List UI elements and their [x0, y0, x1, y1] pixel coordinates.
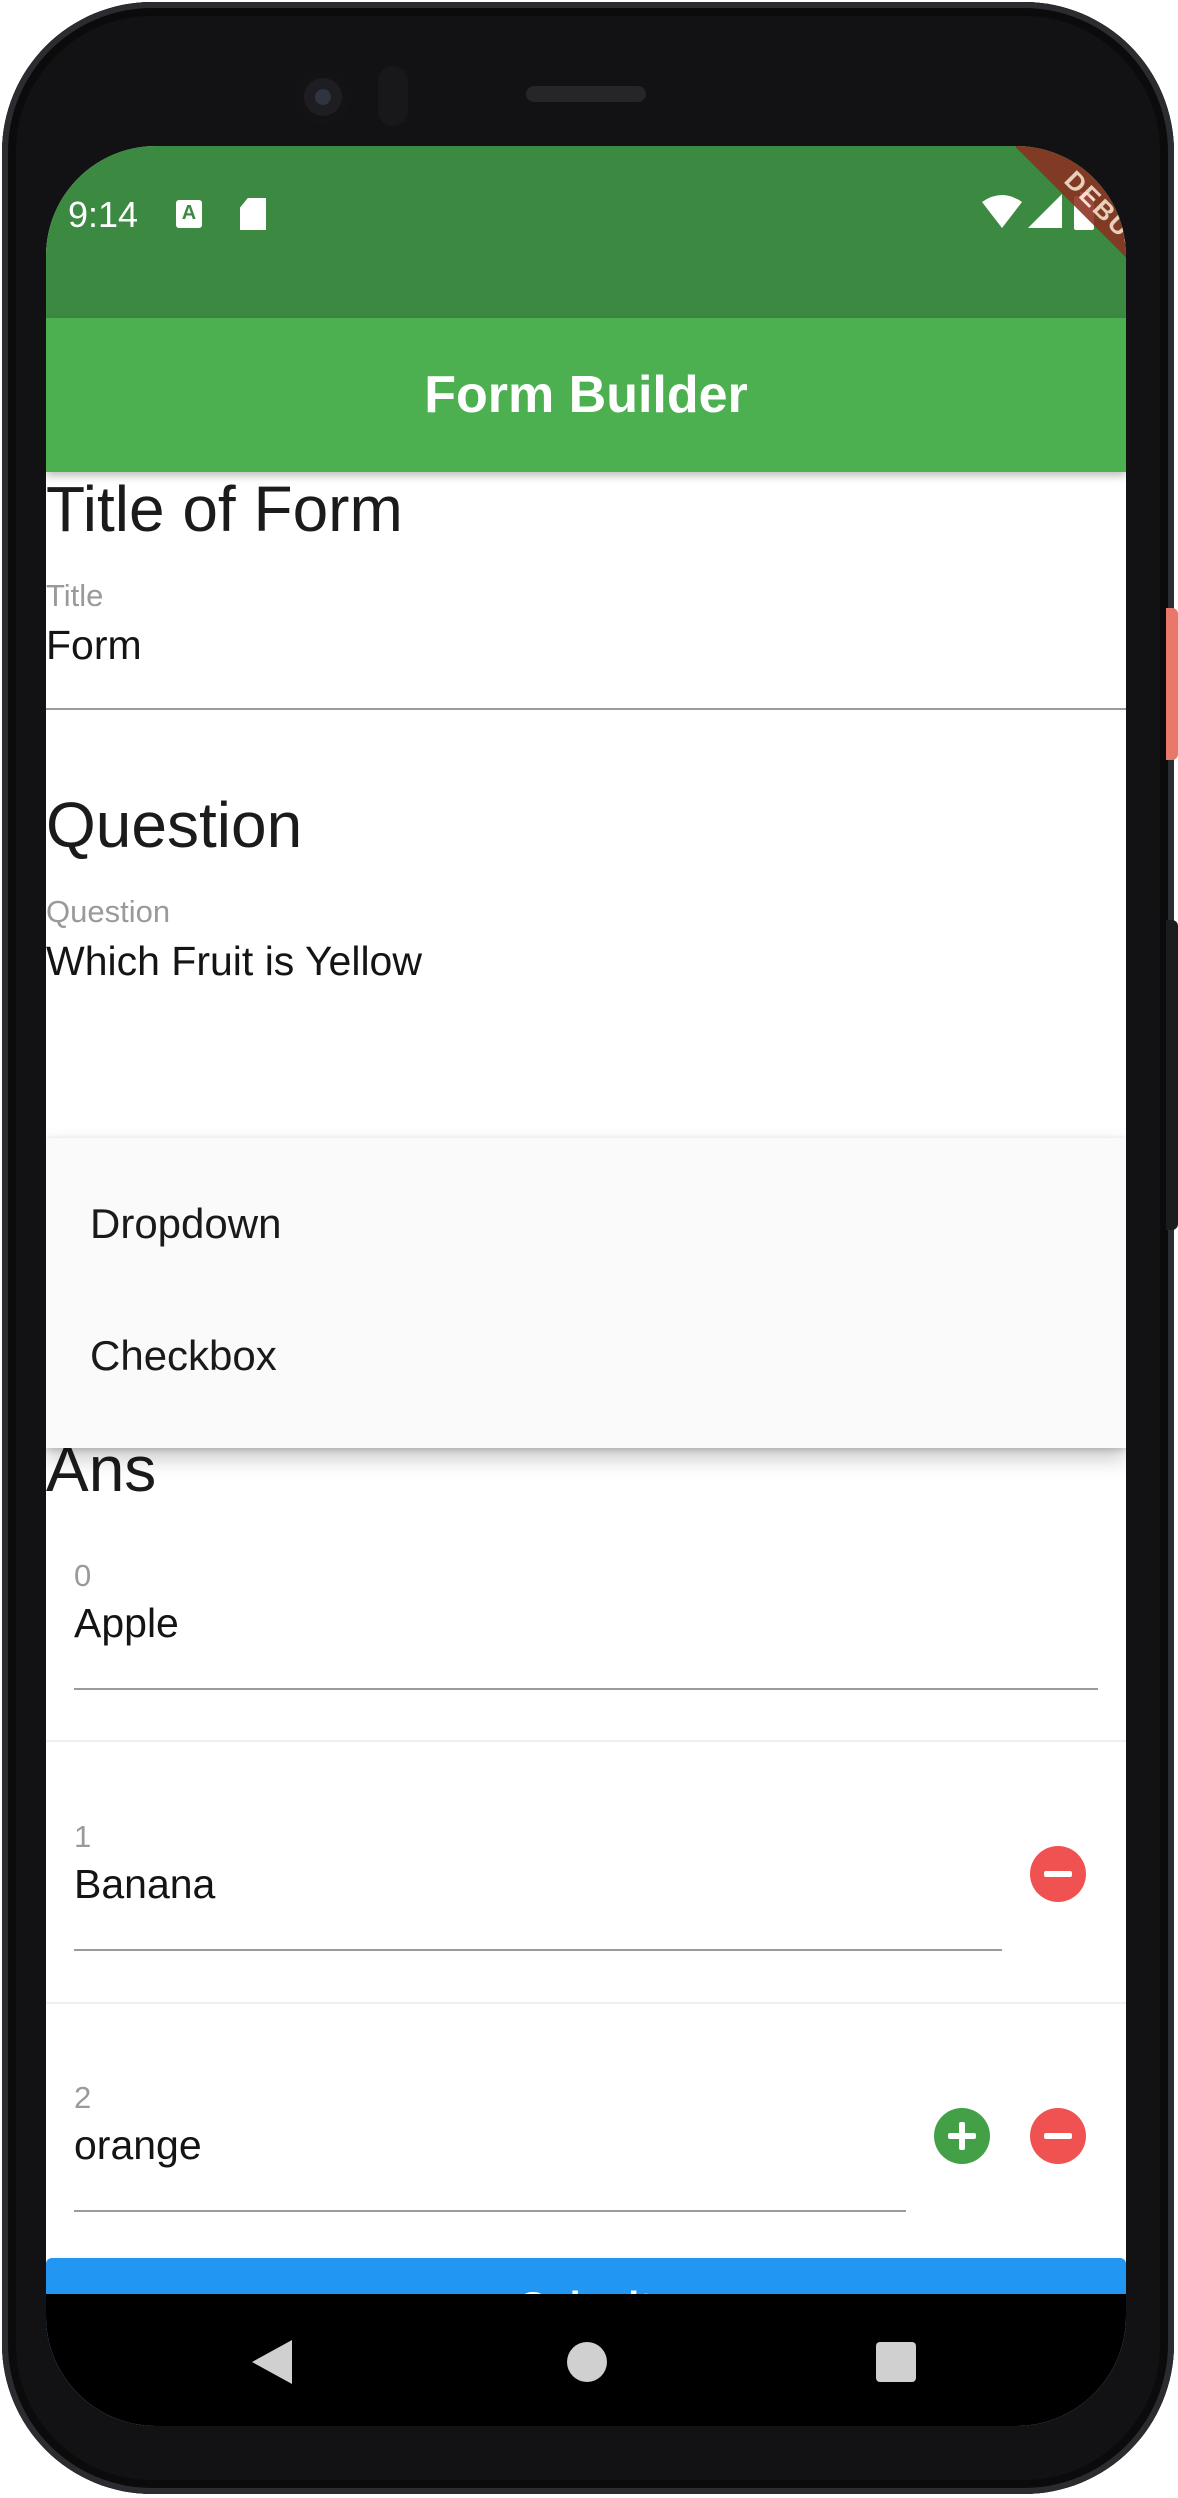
- minus-icon: [1044, 2133, 1072, 2139]
- minus-icon: [1044, 1871, 1072, 1877]
- status-bar: 9:14 A DEBUG: [46, 146, 1126, 318]
- sd-card-icon: [240, 198, 266, 230]
- title-field-value[interactable]: Form: [46, 622, 142, 669]
- question-type-menu: Dropdown Checkbox: [46, 1138, 1126, 1448]
- answer-divider: [46, 2002, 1126, 2004]
- volume-button: [1166, 920, 1178, 1230]
- system-nav-bar: [46, 2294, 1126, 2426]
- remove-answer-1-button[interactable]: [1030, 1846, 1086, 1902]
- answer-2-label: 2: [74, 2080, 92, 2115]
- earpiece-speaker: [526, 86, 646, 102]
- wifi-icon: [982, 195, 1022, 228]
- menu-item-checkbox[interactable]: Checkbox: [90, 1332, 277, 1380]
- title-field-label: Title: [46, 578, 104, 613]
- answer-0-input[interactable]: Apple: [74, 1600, 179, 1647]
- add-answer-button[interactable]: [934, 2108, 990, 2164]
- answer-1-underline: [74, 1949, 1002, 1951]
- app-title: Form Builder: [424, 366, 748, 424]
- home-icon[interactable]: [567, 2342, 607, 2382]
- screen: 9:14 A DEBUG Form Builder Title of Form …: [46, 146, 1126, 2426]
- signal-icon: [1028, 194, 1062, 228]
- answer-0-underline: [74, 1688, 1098, 1690]
- title-field-underline: [46, 708, 1126, 710]
- answer-2-input[interactable]: orange: [74, 2122, 202, 2169]
- status-time: 9:14: [68, 194, 139, 235]
- recents-icon[interactable]: [876, 2342, 916, 2382]
- question-field-value[interactable]: Which Fruit is Yellow: [46, 938, 422, 985]
- answer-0-label: 0: [74, 1558, 92, 1593]
- form-title-heading: Title of Form: [46, 473, 403, 545]
- question-heading: Question: [46, 789, 303, 861]
- power-button: [1166, 608, 1178, 760]
- menu-item-dropdown[interactable]: Dropdown: [90, 1200, 281, 1248]
- back-icon[interactable]: [252, 2340, 292, 2384]
- app-bar: Form Builder: [46, 318, 1126, 472]
- front-camera: [296, 70, 350, 124]
- answer-divider: [46, 1740, 1126, 1742]
- keyboard-a-icon: A: [176, 200, 202, 228]
- answer-1-input[interactable]: Banana: [74, 1861, 215, 1908]
- proximity-sensor: [378, 66, 408, 126]
- remove-answer-2-button[interactable]: [1030, 2108, 1086, 2164]
- question-field-label: Question: [46, 894, 171, 929]
- answer-2-underline: [74, 2210, 906, 2212]
- answer-1-label: 1: [74, 1819, 92, 1854]
